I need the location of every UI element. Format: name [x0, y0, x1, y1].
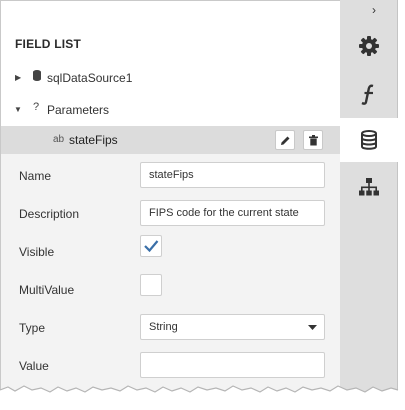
- description-label: Description: [19, 207, 80, 221]
- chevron-down-icon: [308, 325, 317, 330]
- multivalue-label: MultiValue: [19, 283, 75, 297]
- database-icon: [33, 70, 41, 84]
- type-select-value: String: [149, 321, 178, 333]
- gear-icon: [359, 36, 379, 56]
- function-icon: [361, 84, 374, 105]
- hierarchy-icon: [359, 178, 379, 196]
- checkmark-icon: [144, 240, 159, 253]
- field-list-panel: FIELD LIST ▶ sqlDataSource1 ▼ ? Paramete…: [0, 0, 341, 396]
- trash-icon: [309, 135, 318, 146]
- tree-item-label: Parameters: [47, 103, 110, 117]
- visible-checkbox[interactable]: [140, 235, 162, 257]
- tab-properties[interactable]: [340, 24, 398, 68]
- name-label: Name: [19, 169, 52, 183]
- value-label: Value: [19, 359, 49, 373]
- visible-label: Visible: [19, 245, 55, 259]
- tree-item-label: sqlDataSource1: [47, 71, 133, 85]
- name-field[interactable]: stateFips: [140, 162, 325, 188]
- string-type-icon: ab: [53, 134, 65, 145]
- parameter-row-selected[interactable]: ab stateFips: [1, 126, 341, 154]
- delete-button[interactable]: [303, 130, 323, 150]
- tab-report-explorer[interactable]: [340, 166, 398, 210]
- collapse-caret-icon[interactable]: ▼: [14, 105, 22, 114]
- tab-expressions[interactable]: [340, 72, 398, 116]
- description-field[interactable]: FIPS code for the current state: [140, 200, 325, 226]
- type-select[interactable]: String: [140, 314, 325, 340]
- pencil-icon: [281, 136, 290, 145]
- tree-item-datasource[interactable]: ▶ sqlDataSource1: [1, 65, 341, 91]
- expand-caret-icon[interactable]: ▶: [15, 73, 21, 82]
- question-icon: ?: [33, 101, 40, 113]
- collapse-panel-icon[interactable]: ›: [372, 3, 376, 17]
- tab-field-list[interactable]: [340, 118, 398, 162]
- edit-button[interactable]: [275, 130, 295, 150]
- parameter-properties: Name stateFips Description FIPS code for…: [1, 154, 341, 396]
- type-label: Type: [19, 321, 46, 335]
- multivalue-checkbox[interactable]: [140, 274, 162, 296]
- database-icon: [361, 130, 377, 150]
- value-field[interactable]: [140, 352, 325, 378]
- torn-edge: [0, 385, 405, 410]
- parameter-label: stateFips: [69, 133, 118, 147]
- panel-title: FIELD LIST: [15, 37, 81, 51]
- tree-item-parameters[interactable]: ▼ ? Parameters: [1, 97, 341, 123]
